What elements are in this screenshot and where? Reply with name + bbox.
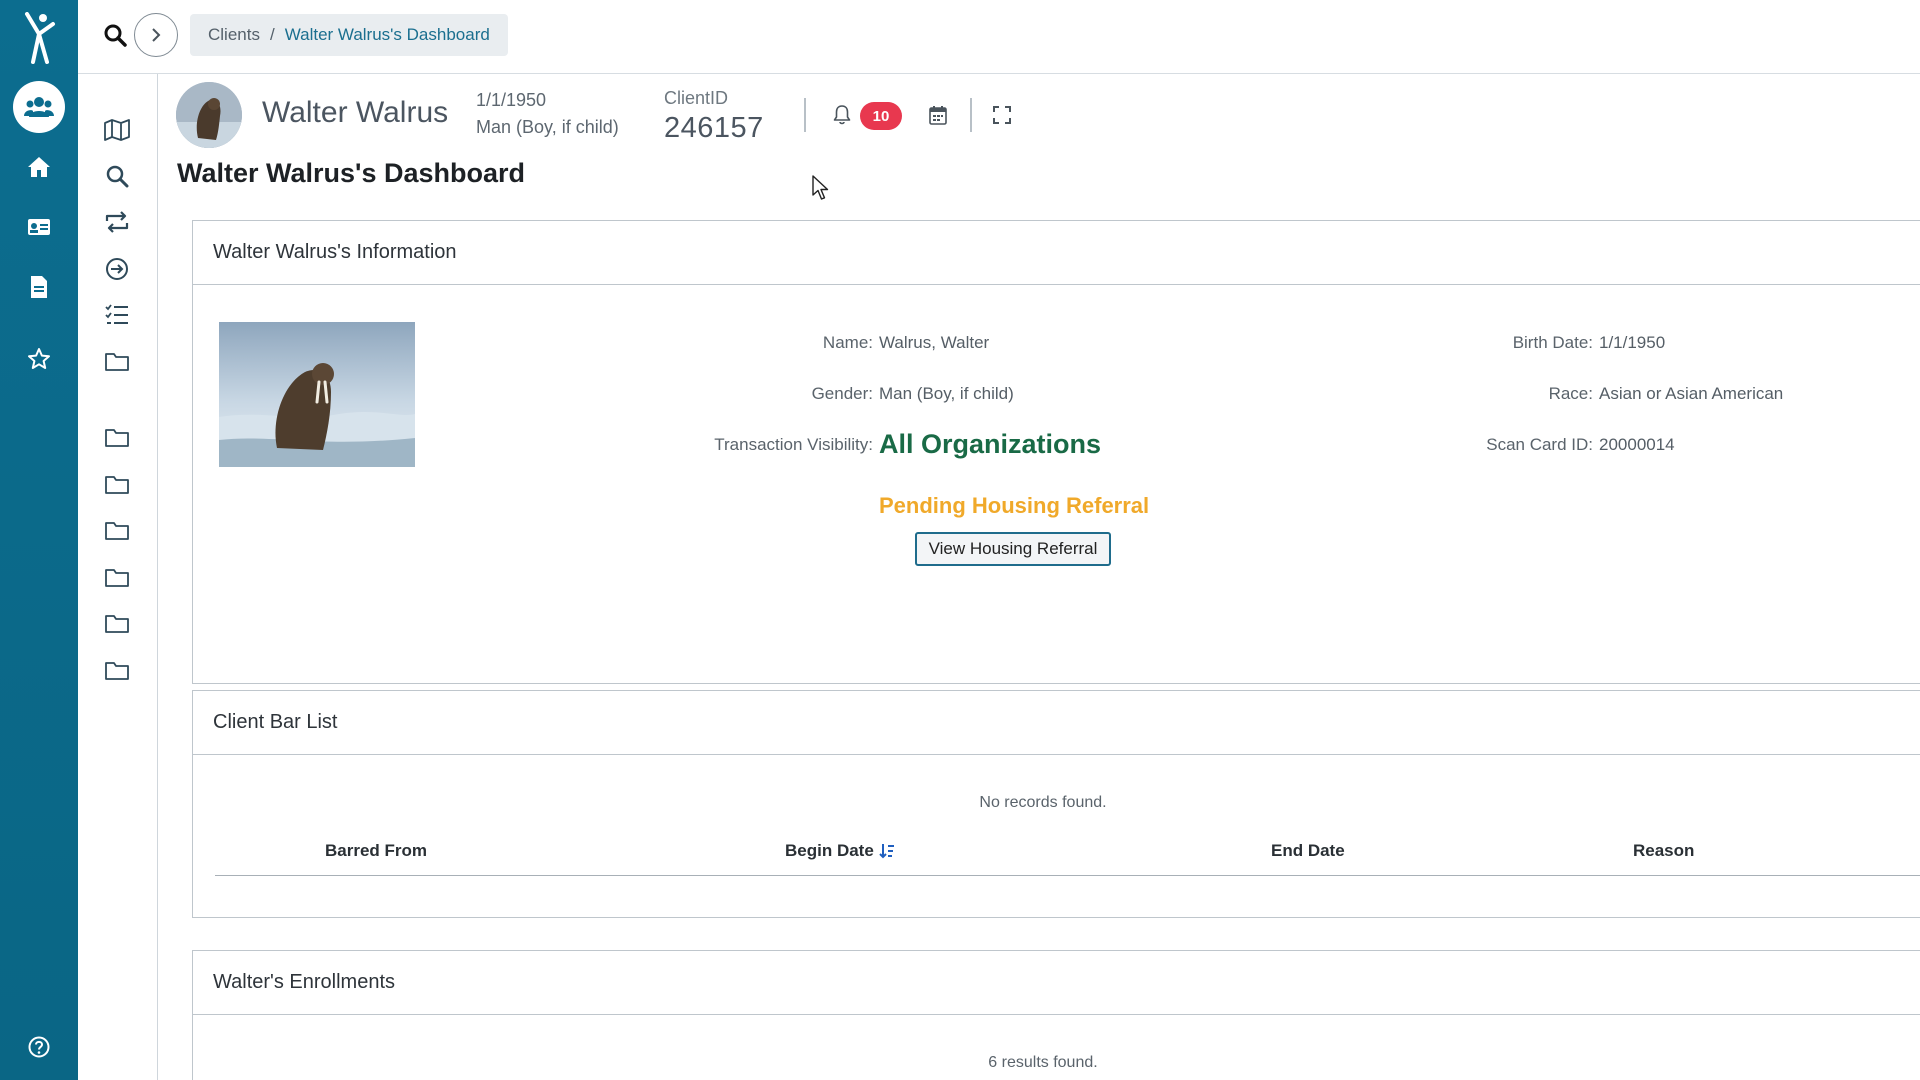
column-header-reason[interactable]: Reason <box>1633 841 1694 861</box>
folder-icon[interactable] <box>103 610 131 638</box>
pending-referral-status: Pending Housing Referral <box>879 493 1150 518</box>
client-id-value: 246157 <box>664 112 764 144</box>
client-sub-nav <box>78 74 158 1080</box>
birth-date-value: 1/1/1950 <box>1599 333 1666 352</box>
chevron-right-icon <box>152 28 161 42</box>
client-name: Walter Walrus <box>262 96 449 129</box>
sort-desc-icon <box>879 844 894 859</box>
client-bar-list-panel: Client Bar List No records found. Barred… <box>192 690 1920 918</box>
expand-nav-button[interactable] <box>134 13 178 57</box>
scan-card-value: 20000014 <box>1599 435 1675 454</box>
main-nav-rail <box>0 0 78 1080</box>
folder-icon[interactable] <box>103 471 131 499</box>
table-header-divider <box>215 875 1920 876</box>
client-avatar <box>176 82 242 148</box>
checklist-icon[interactable] <box>103 301 131 329</box>
breadcrumb-current[interactable]: Walter Walrus's Dashboard <box>285 25 490 45</box>
gender-label: Gender: <box>811 384 873 403</box>
star-icon[interactable] <box>24 344 54 374</box>
empty-state-text: No records found. <box>979 794 1107 811</box>
gender-value: Man (Boy, if child) <box>879 384 1014 403</box>
help-icon[interactable] <box>24 1032 54 1062</box>
column-header-end-date[interactable]: End Date <box>1271 841 1345 861</box>
arrow-circle-icon[interactable] <box>103 255 131 283</box>
id-card-icon[interactable] <box>24 212 54 242</box>
client-header: Walter Walrus 1/1/1950 Man (Boy, if chil… <box>176 82 1476 152</box>
visibility-label: Transaction Visibility: <box>714 435 873 454</box>
race-label: Race: <box>1548 384 1593 403</box>
enrollments-panel: Walter's Enrollments 6 results found. <box>192 950 1920 1080</box>
folder-icon[interactable] <box>103 424 131 452</box>
header-divider <box>970 98 972 132</box>
folder-icon[interactable] <box>103 564 131 592</box>
notification-badge[interactable]: 10 <box>860 102 902 130</box>
column-header-label: Begin Date <box>785 841 874 860</box>
folder-icon[interactable] <box>103 657 131 685</box>
client-photo <box>219 322 415 467</box>
client-dob: 1/1/1950 <box>476 90 547 110</box>
breadcrumb: Clients / Walter Walrus's Dashboard <box>190 14 508 56</box>
page-title: Walter Walrus's Dashboard <box>177 158 525 188</box>
map-icon[interactable] <box>103 116 131 144</box>
panel-title: Walter's Enrollments <box>193 951 1920 1015</box>
fullscreen-icon[interactable] <box>990 102 1014 128</box>
clients-icon <box>24 97 54 117</box>
bell-icon[interactable] <box>830 102 854 128</box>
race-value: Asian or Asian American <box>1599 384 1784 403</box>
clients-nav-button[interactable] <box>13 81 65 133</box>
results-count-text: 6 results found. <box>988 1054 1098 1071</box>
transfer-icon[interactable] <box>103 208 131 236</box>
panel-title: Walter Walrus's Information <box>193 221 1920 285</box>
top-bar: Clients / Walter Walrus's Dashboard <box>78 0 1920 74</box>
view-housing-referral-button[interactable]: View Housing Referral <box>915 532 1111 566</box>
birth-date-label: Birth Date: <box>1512 333 1593 352</box>
folder-icon[interactable] <box>103 348 131 376</box>
global-search-icon[interactable] <box>100 20 130 50</box>
client-gender: Man (Boy, if child) <box>476 117 619 137</box>
folder-icon[interactable] <box>103 517 131 545</box>
name-label: Name: <box>822 333 873 352</box>
visibility-value: All Organizations <box>879 429 1102 459</box>
document-icon[interactable] <box>24 272 54 302</box>
mouse-cursor-icon <box>812 175 829 200</box>
client-info-panel: Walter Walrus's Information Name: Walrus… <box>192 220 1920 684</box>
name-value: Walrus, Walter <box>879 333 990 352</box>
client-id-label: ClientID <box>664 88 729 108</box>
calendar-icon[interactable] <box>926 102 950 128</box>
scan-card-label: Scan Card ID: <box>1486 435 1593 454</box>
header-divider <box>804 98 806 132</box>
app-logo-icon[interactable] <box>19 12 59 64</box>
search-icon[interactable] <box>103 162 131 190</box>
panel-title: Client Bar List <box>193 691 1920 755</box>
column-header-begin-date[interactable]: Begin Date <box>785 841 896 861</box>
home-icon[interactable] <box>24 152 54 182</box>
breadcrumb-clients-link[interactable]: Clients <box>208 25 260 45</box>
column-header-barred-from[interactable]: Barred From <box>325 841 427 861</box>
breadcrumb-separator: / <box>269 25 275 44</box>
app-root: Clients / Walter Walrus's Dashboard Walt… <box>0 0 1920 1080</box>
